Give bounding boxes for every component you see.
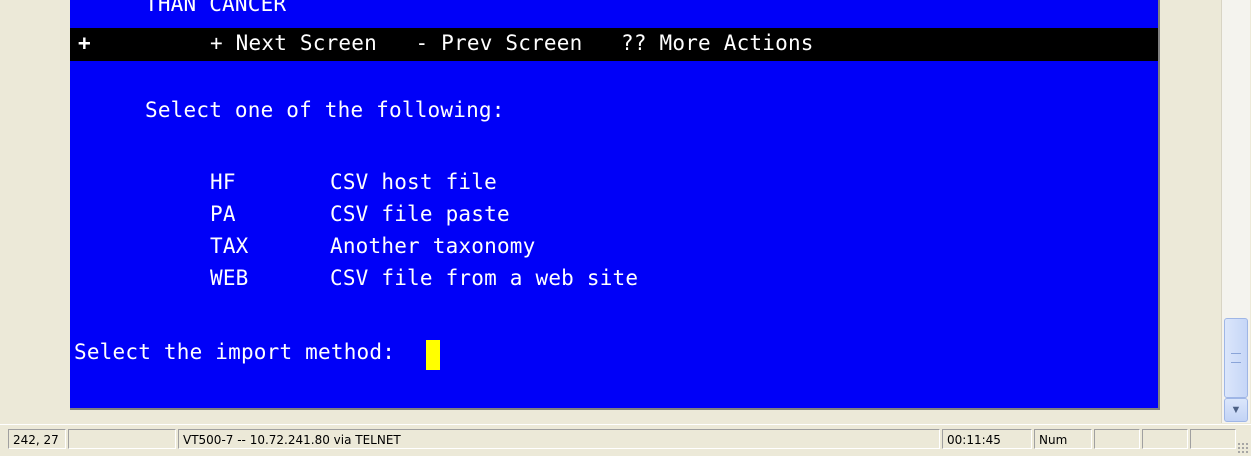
option-label-hf: CSV host file <box>330 170 497 194</box>
elapsed-time: 00:11:45 <box>942 429 1032 449</box>
cutoff-text: THAN CANCER <box>145 0 287 16</box>
option-code-hf: HF <box>210 170 236 194</box>
resize-grip-icon[interactable] <box>1237 442 1249 454</box>
option-label-web: CSV file from a web site <box>330 266 639 290</box>
menu-heading: Select one of the following: <box>145 98 505 122</box>
action-bar-commands: + Next Screen - Prev Screen ?? More Acti… <box>210 31 814 55</box>
grip-icon <box>1231 353 1241 363</box>
status-bar: 242, 27 VT500-7 -- 10.72.241.80 via TELN… <box>0 424 1251 456</box>
terminal-window: THAN CANCER + + Next Screen - Prev Scree… <box>0 0 1250 423</box>
vertical-scrollbar[interactable]: ▼ <box>1221 0 1250 423</box>
scrollbar-thumb[interactable] <box>1224 318 1248 398</box>
option-label-tax: Another taxonomy <box>330 234 536 258</box>
status-cell-scroll <box>1142 429 1188 449</box>
connection-info: VT500-7 -- 10.72.241.80 via TELNET <box>178 429 940 449</box>
status-cell-extra <box>1190 429 1236 449</box>
import-method-prompt: Select the import method: <box>74 340 408 364</box>
option-code-web: WEB <box>210 266 249 290</box>
action-bar: + + Next Screen - Prev Screen ?? More Ac… <box>70 28 1158 61</box>
option-code-pa: PA <box>210 202 236 226</box>
cursor-position: 242, 27 <box>8 429 66 449</box>
num-lock-indicator: Num <box>1034 429 1092 449</box>
more-marker: + <box>78 31 91 55</box>
status-cell-caps <box>1094 429 1140 449</box>
scroll-down-button[interactable]: ▼ <box>1224 398 1248 422</box>
terminal-screen[interactable]: THAN CANCER + + Next Screen - Prev Scree… <box>70 0 1160 410</box>
chevron-down-icon: ▼ <box>1230 404 1242 416</box>
text-cursor[interactable] <box>426 340 440 370</box>
option-label-pa: CSV file paste <box>330 202 510 226</box>
option-code-tax: TAX <box>210 234 249 258</box>
status-cell-empty <box>68 429 176 449</box>
